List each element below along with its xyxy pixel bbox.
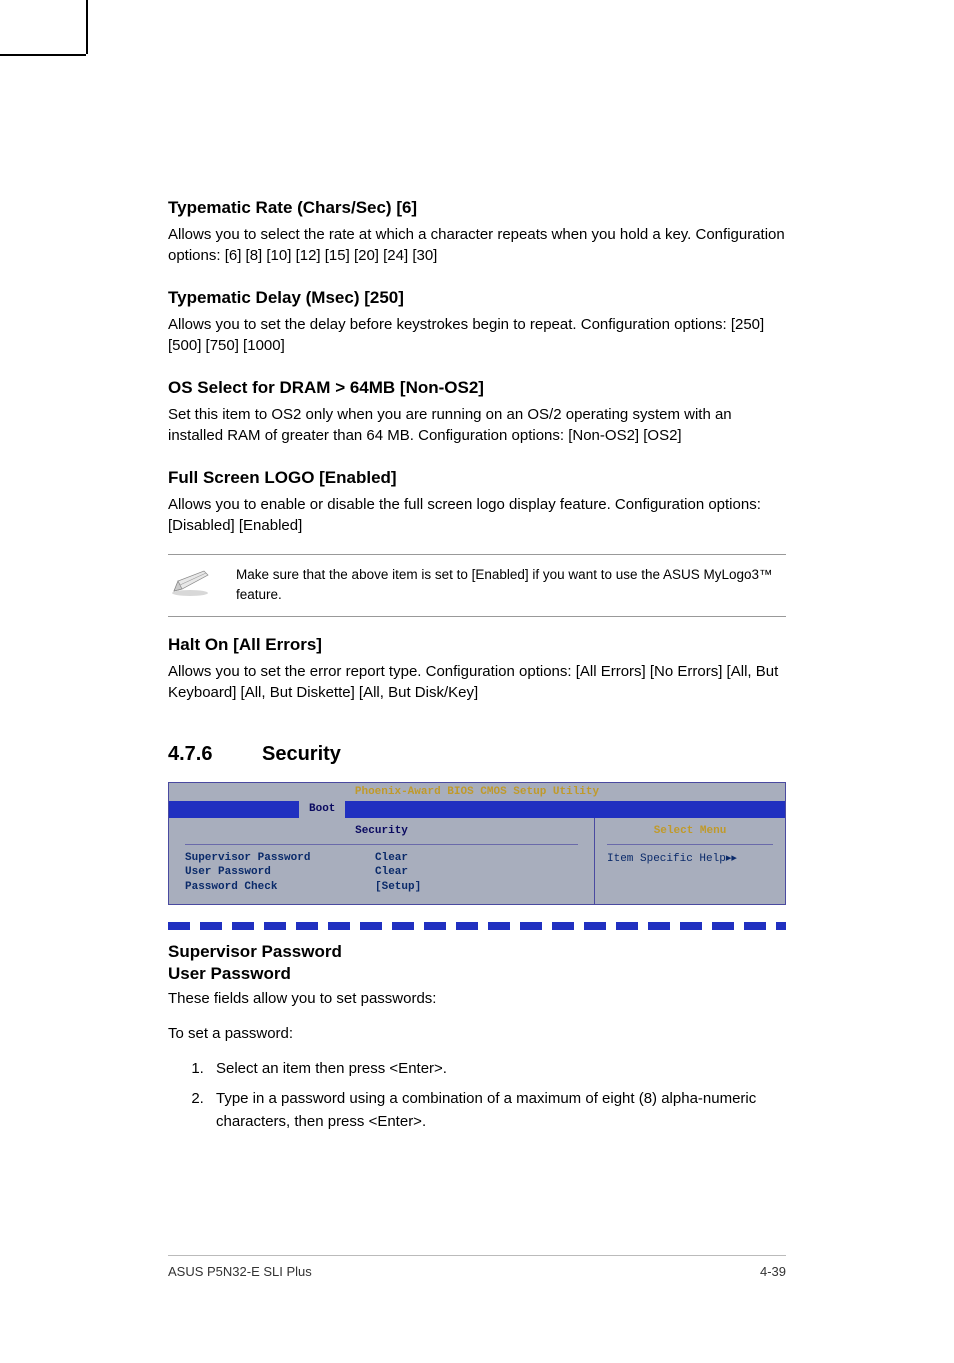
body-halt-on: Allows you to set the error report type.… — [168, 661, 786, 703]
heading-typematic-rate: Typematic Rate (Chars/Sec) [6] — [168, 198, 786, 218]
bios-row: Supervisor Password Clear — [185, 851, 578, 865]
note-block: Make sure that the above item is set to … — [168, 554, 786, 617]
heading-supervisor-password: Supervisor Password — [168, 942, 786, 962]
step-item: Type in a password using a combination o… — [208, 1088, 786, 1133]
footer-left: ASUS P5N32-E SLI Plus — [168, 1264, 312, 1279]
bios-right-body: Item Specific Help▸▸ — [607, 851, 773, 866]
right-arrows-icon: ▸▸ — [726, 852, 737, 864]
note-text: Make sure that the above item is set to … — [236, 565, 786, 604]
passwords-intro2: To set a password: — [168, 1025, 786, 1042]
pencil-icon — [168, 567, 212, 597]
bios-row-label: User Password — [185, 865, 375, 879]
footer-right: 4-39 — [760, 1264, 786, 1279]
page-content: Typematic Rate (Chars/Sec) [6] Allows yo… — [0, 0, 954, 1133]
bios-tab-boot: Boot — [299, 801, 345, 817]
section-title: Security — [262, 743, 341, 765]
bios-row-label: Password Check — [185, 880, 375, 894]
heading-typematic-delay: Typematic Delay (Msec) [250] — [168, 288, 786, 308]
bios-help-text: Item Specific Help — [607, 853, 726, 865]
bios-dashed-edge — [168, 922, 786, 930]
bios-row-label: Supervisor Password — [185, 851, 375, 865]
bios-row-value: Clear — [375, 865, 408, 879]
steps-list: Select an item then press <Enter>. Type … — [168, 1058, 786, 1134]
passwords-intro: These fields allow you to set passwords: — [168, 990, 786, 1007]
bios-right-pane: Select Menu Item Specific Help▸▸ — [595, 818, 785, 904]
bios-panel: Phoenix-Award BIOS CMOS Setup Utility Bo… — [168, 782, 786, 905]
step-item: Select an item then press <Enter>. — [208, 1058, 786, 1081]
bios-title: Phoenix-Award BIOS CMOS Setup Utility — [169, 783, 785, 801]
heading-user-password: User Password — [168, 964, 786, 984]
heading-full-logo: Full Screen LOGO [Enabled] — [168, 468, 786, 488]
bios-right-head: Select Menu — [607, 824, 773, 845]
page-footer: ASUS P5N32-E SLI Plus 4-39 — [168, 1255, 786, 1279]
bios-tabs: Boot — [169, 801, 785, 817]
bios-row-value: [Setup] — [375, 880, 421, 894]
bios-row-value: Clear — [375, 851, 408, 865]
section-number: 4.7.6 — [168, 743, 262, 766]
heading-os-select: OS Select for DRAM > 64MB [Non-OS2] — [168, 378, 786, 398]
crop-mark-horizontal — [0, 54, 86, 56]
body-full-logo: Allows you to enable or disable the full… — [168, 494, 786, 536]
crop-mark-vertical — [86, 0, 88, 54]
heading-halt-on: Halt On [All Errors] — [168, 635, 786, 655]
body-typematic-rate: Allows you to select the rate at which a… — [168, 224, 786, 266]
bios-left-pane: Security Supervisor Password Clear User … — [169, 818, 595, 904]
bios-subhead: Security — [185, 824, 578, 845]
body-typematic-delay: Allows you to set the delay before keyst… — [168, 314, 786, 356]
body-os-select: Set this item to OS2 only when you are r… — [168, 404, 786, 446]
bios-row: Password Check [Setup] — [185, 880, 578, 894]
section-heading-security: 4.7.6Security — [168, 743, 786, 766]
bios-row: User Password Clear — [185, 865, 578, 879]
